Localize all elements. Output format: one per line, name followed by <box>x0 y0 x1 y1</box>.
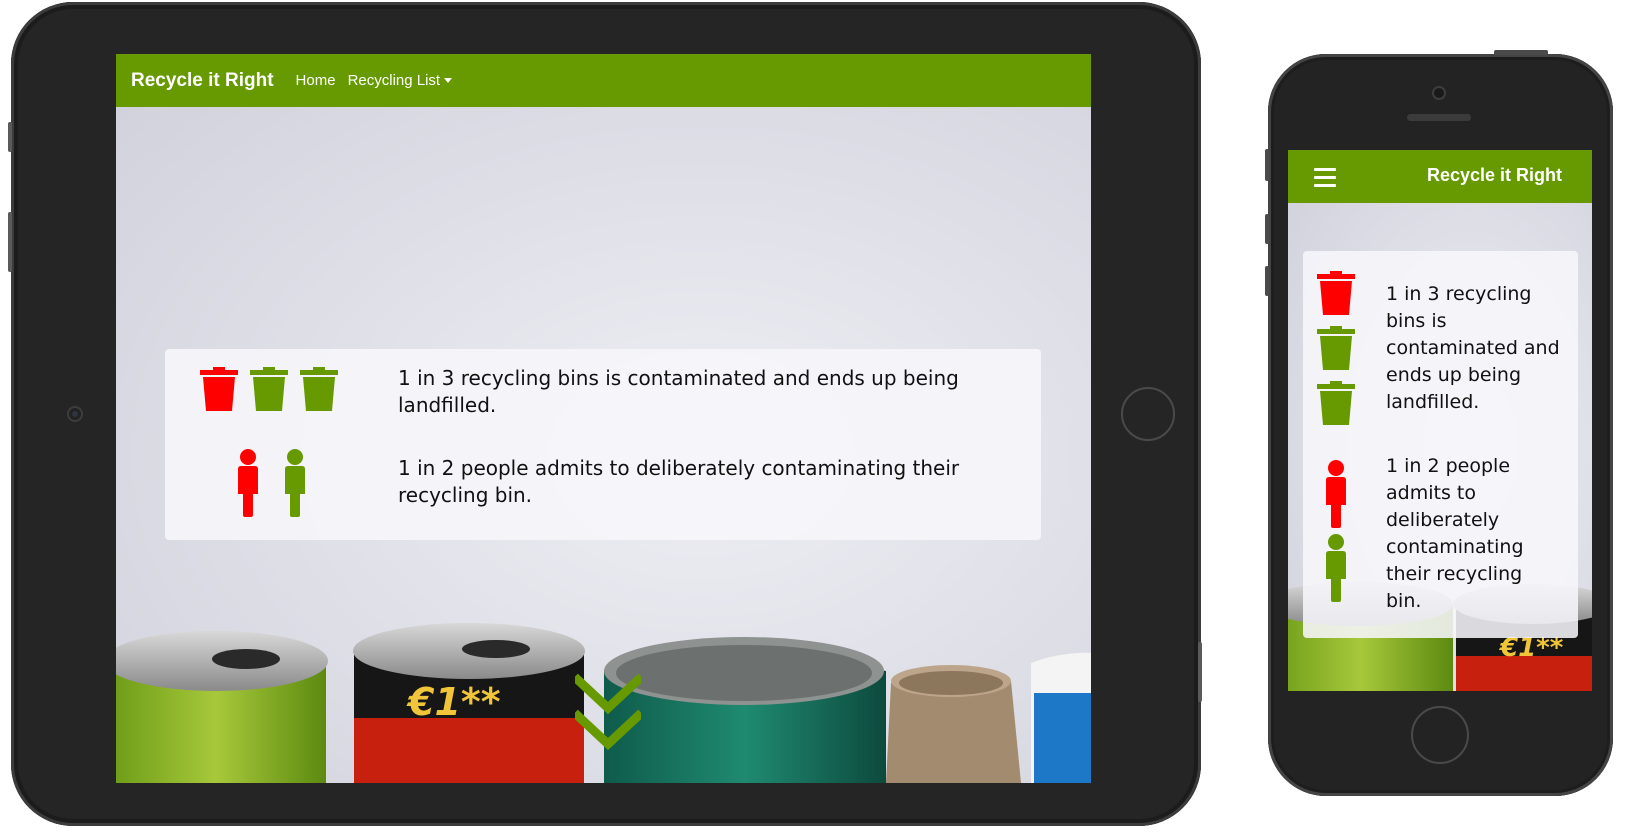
facts-panel: 1 in 3 recycling bins is contaminated an… <box>165 349 1041 540</box>
mobile-fact-text-people: 1 in 2 people admits to deliberately con… <box>1386 455 1524 612</box>
phone-home-button[interactable] <box>1411 706 1469 764</box>
person-icon-group <box>1326 460 1346 602</box>
person-icon <box>1326 460 1346 528</box>
fact-row-bins: 1 in 3 recycling bins is contaminated an… <box>165 349 1041 444</box>
trash-bin-icon <box>300 367 338 411</box>
phone-screen: Recycle it Right 1 in 3 recycling bins i… <box>1288 150 1592 691</box>
trash-bin-icon <box>200 367 238 411</box>
trash-bin-icon-group <box>1317 271 1355 425</box>
mobile-fact-text-bins: 1 in 3 recycling bins is contaminated an… <box>1386 283 1560 413</box>
trash-bin-icon <box>1317 271 1355 315</box>
phone-side-button <box>1265 214 1269 244</box>
brand-link[interactable]: Recycle it Right <box>131 70 274 92</box>
double-chevron-down-icon[interactable] <box>575 674 641 756</box>
fact-row-people: 1 in 2 people admits to deliberately con… <box>165 444 1041 540</box>
nav-recycling-list-label: Recycling List <box>347 72 441 89</box>
phone-speaker <box>1407 114 1471 121</box>
tablet-side-button <box>1198 642 1202 702</box>
trash-bin-icon <box>1317 326 1355 370</box>
tablet-home-button[interactable] <box>1121 387 1175 441</box>
fact-text-bins: 1 in 3 recycling bins is contaminated an… <box>398 366 959 417</box>
caret-down-icon <box>444 78 453 83</box>
can-price-label: €1** <box>406 680 501 724</box>
mobile-navbar: Recycle it Right <box>1288 150 1592 203</box>
phone-camera <box>1432 86 1446 100</box>
person-icon-group <box>238 449 305 517</box>
mobile-facts-panel: 1 in 3 recycling bins is contaminated an… <box>1303 251 1578 638</box>
phone-side-button <box>1265 149 1269 181</box>
navbar: Recycle it Right Home Recycling List <box>116 54 1091 107</box>
trash-bin-icon <box>250 367 288 411</box>
tablet-screen: Recycle it Right Home Recycling List 1 i… <box>116 54 1091 783</box>
fact-text-people: 1 in 2 people admits to deliberately con… <box>398 456 960 507</box>
person-icon <box>238 449 258 517</box>
nav-home-link[interactable]: Home <box>296 72 336 89</box>
mobile-brand-link[interactable]: Recycle it Right <box>1427 165 1562 186</box>
tablet-side-button <box>8 212 12 272</box>
phone-top-button <box>1494 50 1548 55</box>
trash-bin-icon-group <box>200 367 338 411</box>
trash-bin-icon <box>1317 381 1355 425</box>
phone-side-button <box>1265 266 1269 296</box>
hamburger-menu-icon[interactable] <box>1314 168 1336 187</box>
person-icon <box>285 449 305 517</box>
tablet-camera <box>67 406 83 422</box>
person-icon <box>1326 534 1346 602</box>
tablet-side-button <box>8 122 12 152</box>
nav-recycling-list-dropdown[interactable]: Recycling List <box>348 72 453 89</box>
